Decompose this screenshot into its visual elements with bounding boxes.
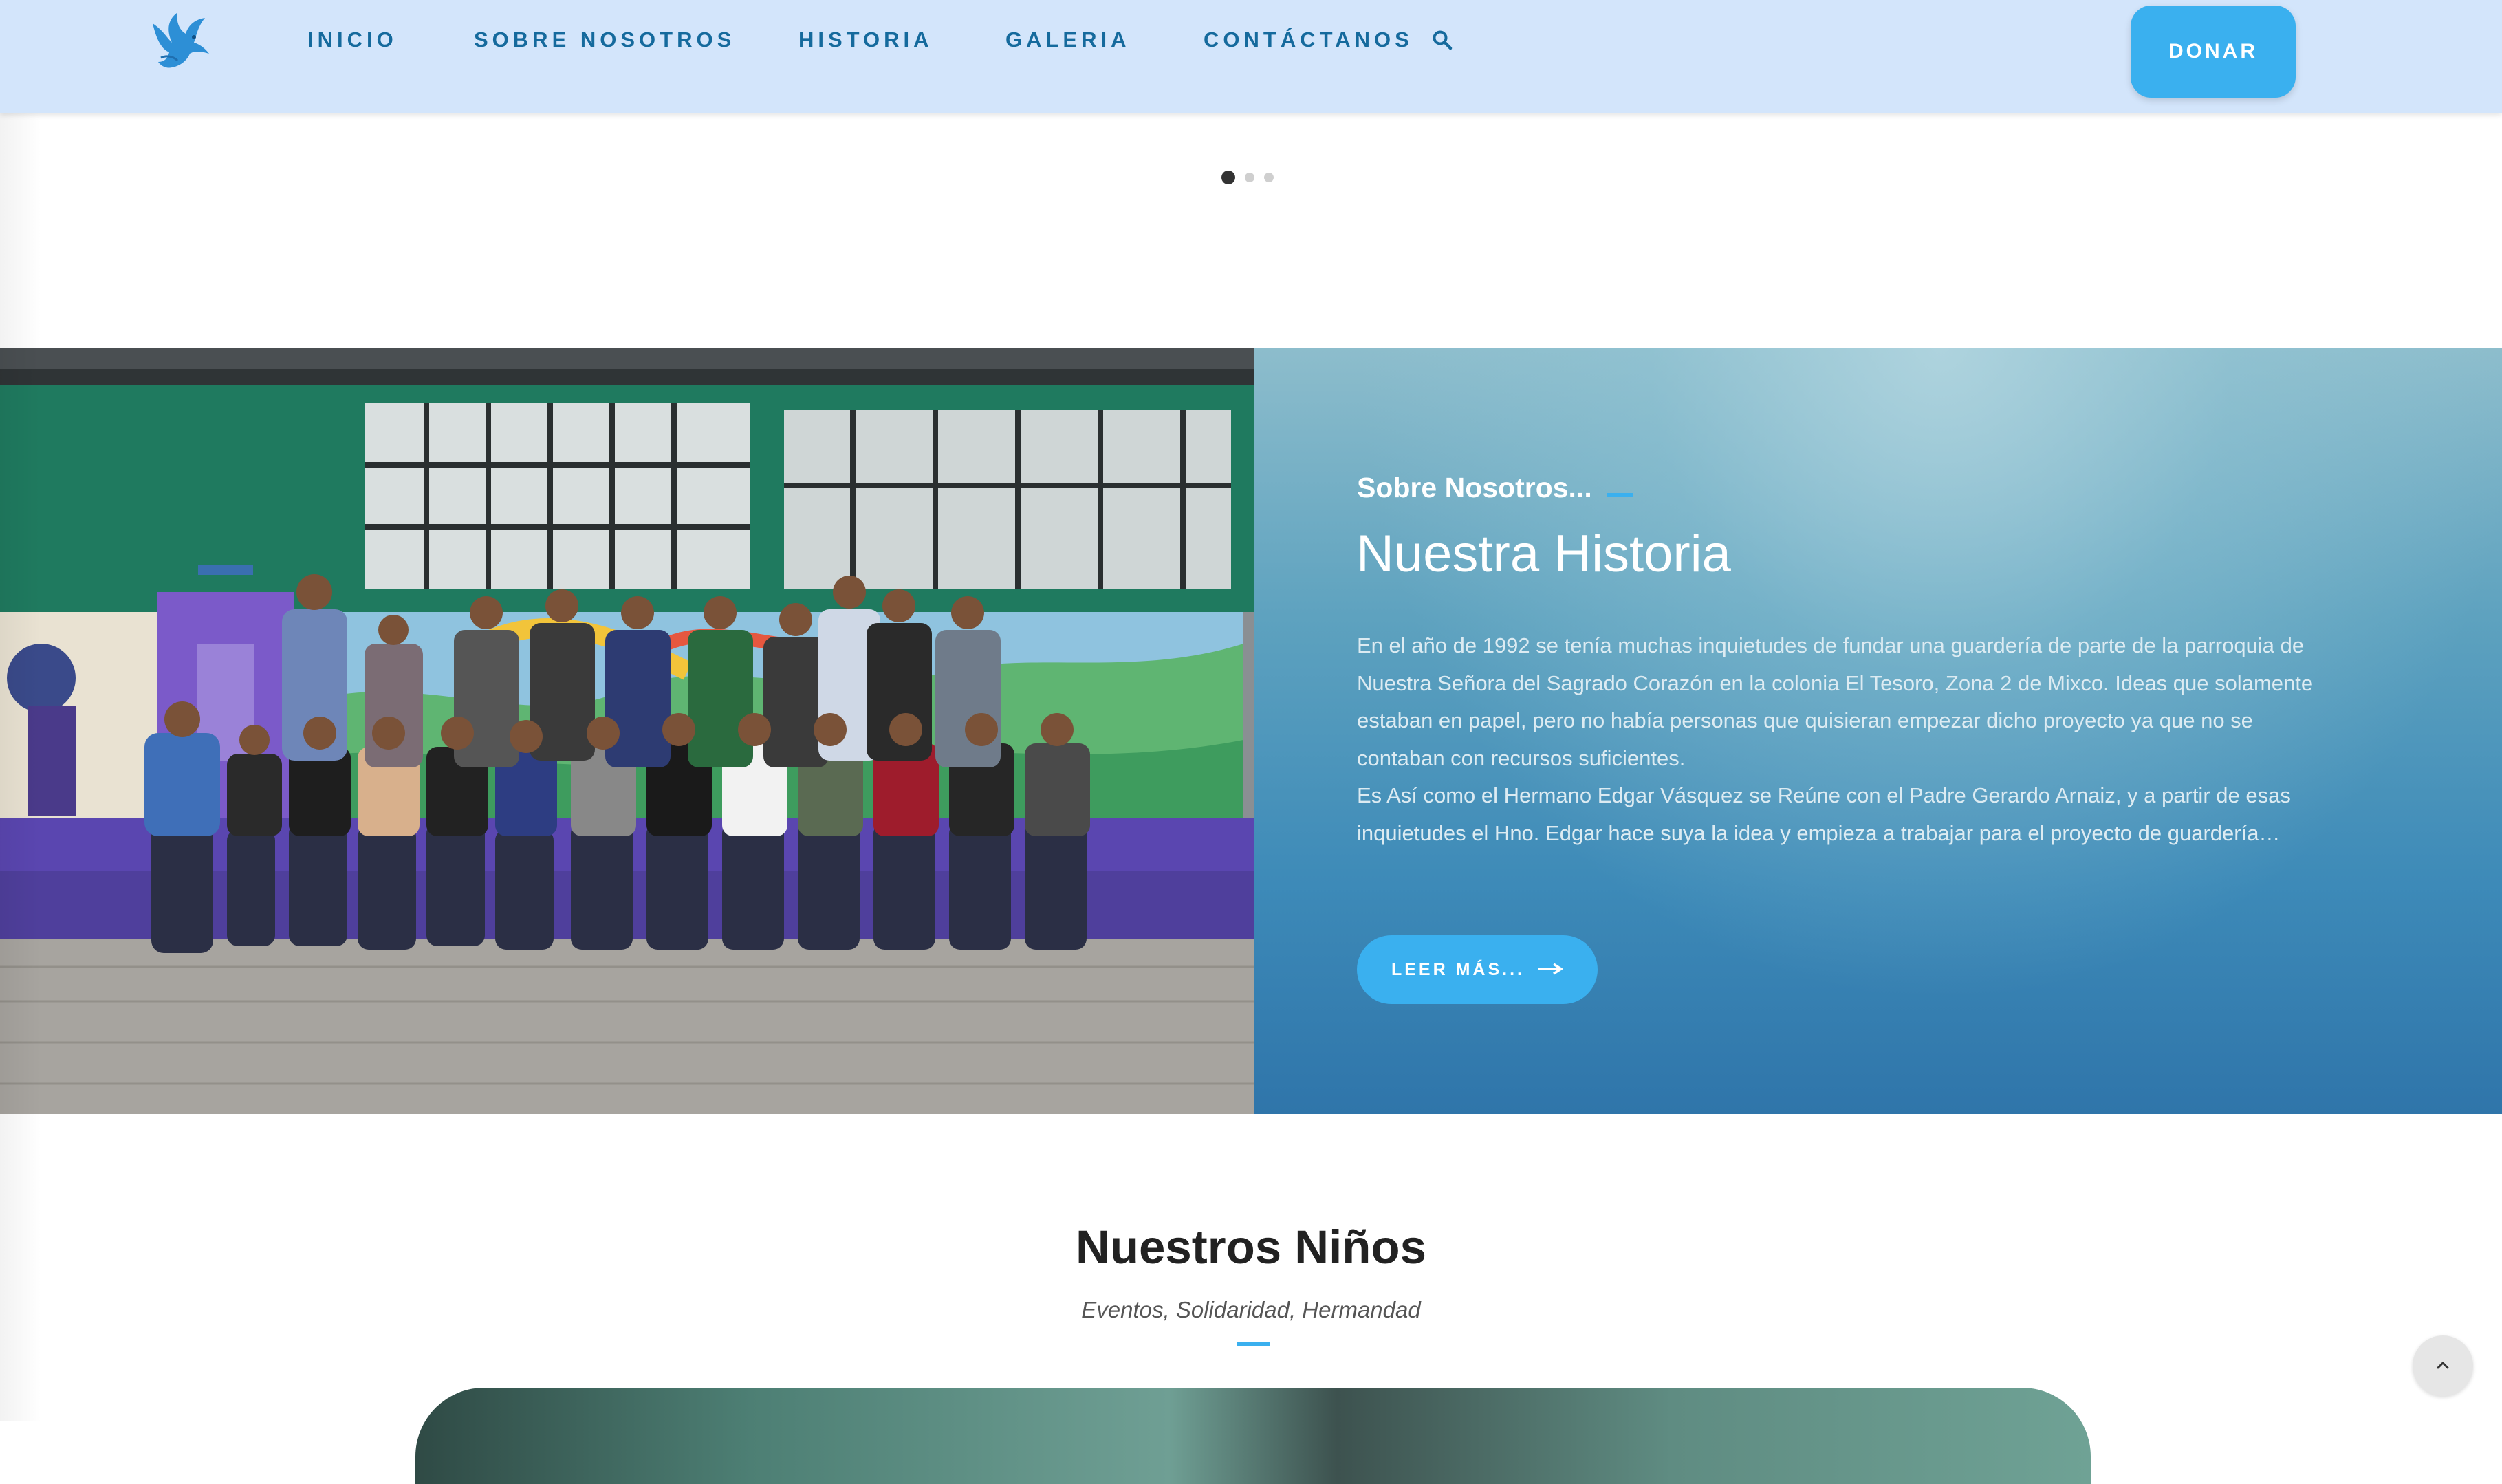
nav-sobre-nosotros[interactable]: SOBRE NOSOTROS [474,28,735,52]
nav-galeria[interactable]: GALERIA [1005,28,1131,52]
left-edge-shade [0,0,41,1421]
kids-section-subtitle: Eventos, Solidaridad, Hermandad [1081,1297,1421,1322]
slider-dot-3[interactable] [1264,173,1274,182]
slider-dots [1221,171,1274,184]
kicker-divider [1607,493,1633,497]
about-paragraph-2: Es Así como el Hermano Edgar Vásquez se … [1357,783,2291,845]
donate-button[interactable]: DONAR [2131,6,2296,98]
slider-dot-1[interactable] [1221,171,1235,184]
search-icon[interactable] [1432,30,1453,50]
arrow-right-icon [1537,960,1564,980]
about-text: En el año de 1992 se tenía muchas inquie… [1357,627,2334,852]
kids-section-title: Nuestros Niños [1076,1221,1426,1274]
nav-historia[interactable]: HISTORIA [798,28,933,52]
chevron-up-icon[interactable] [2413,1335,2473,1396]
site-header: INICIO SOBRE NOSOTROS HISTORIA GALERIA C… [0,0,2502,113]
read-more-label: LEER MÁS... [1391,959,1525,979]
nav-contactanos[interactable]: CONTÁCTANOS [1204,28,1413,52]
slider-dot-2[interactable] [1245,173,1254,182]
kids-divider [1237,1342,1270,1346]
kids-image-card[interactable] [415,1388,2091,1484]
about-title: Nuestra Historia [1356,525,1731,583]
dove-icon[interactable] [146,10,212,72]
group-photo [0,348,1254,1114]
about-section: Sobre Nosotros... Nuestra Historia En el… [1254,348,2502,1114]
read-more-button[interactable]: LEER MÁS... [1357,935,1598,1004]
about-paragraph-1: En el año de 1992 se tenía muchas inquie… [1357,633,2314,770]
nav-inicio[interactable]: INICIO [307,28,398,52]
about-kicker: Sobre Nosotros... [1357,472,1592,503]
